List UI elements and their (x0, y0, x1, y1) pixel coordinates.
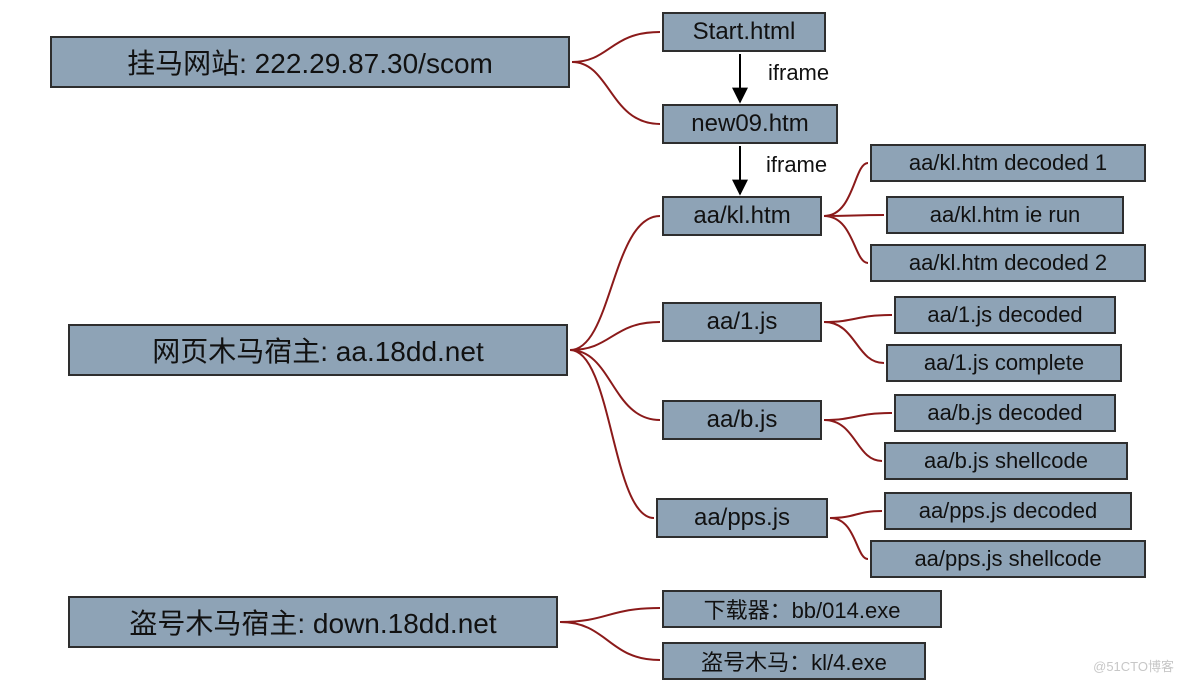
node-aa-1-js: aa/1.js (662, 302, 822, 342)
node-1js-complete-label: aa/1.js complete (924, 350, 1084, 376)
label-iframe-2: iframe (766, 152, 827, 178)
node-stealer-trojan: 盗号木马：kl/4.exe (662, 642, 926, 680)
node-ppsjs-shellcode: aa/pps.js shellcode (870, 540, 1146, 578)
node-aa-pps-js-label: aa/pps.js (694, 504, 790, 532)
node-kl-ie-run-label: aa/kl.htm ie run (930, 202, 1080, 228)
node-aa-1-js-label: aa/1.js (707, 308, 778, 336)
watermark-text: @51CTO博客 (1093, 659, 1174, 674)
section-trojan-host-label: 网页木马宿主: aa.18dd.net (152, 330, 483, 370)
label-iframe-1-text: iframe (768, 60, 829, 85)
watermark: @51CTO博客 (1093, 656, 1174, 675)
label-iframe-2-text: iframe (766, 152, 827, 177)
node-start-html: Start.html (662, 12, 826, 52)
node-kl-ie-run: aa/kl.htm ie run (886, 196, 1124, 234)
section-hang-horse-site-label: 挂马网站: 222.29.87.30/scom (127, 42, 493, 82)
node-bjs-decoded-label: aa/b.js decoded (927, 400, 1082, 426)
label-iframe-1: iframe (768, 60, 829, 86)
node-bjs-decoded: aa/b.js decoded (894, 394, 1116, 432)
section-trojan-host: 网页木马宿主: aa.18dd.net (68, 324, 568, 376)
node-downloader: 下载器：bb/014.exe (662, 590, 942, 628)
node-aa-b-js: aa/b.js (662, 400, 822, 440)
node-bjs-shellcode-label: aa/b.js shellcode (924, 448, 1088, 474)
section-stealer-host-label: 盗号木马宿主: down.18dd.net (129, 602, 496, 642)
node-ppsjs-shellcode-label: aa/pps.js shellcode (914, 546, 1101, 572)
node-aa-kl-htm-label: aa/kl.htm (693, 202, 790, 230)
node-bjs-shellcode: aa/b.js shellcode (884, 442, 1128, 480)
section-hang-horse-site: 挂马网站: 222.29.87.30/scom (50, 36, 570, 88)
node-kl-decoded2-label: aa/kl.htm decoded 2 (909, 250, 1107, 276)
node-kl-decoded1-label: aa/kl.htm decoded 1 (909, 150, 1107, 176)
node-start-html-label: Start.html (693, 18, 796, 46)
section-stealer-host: 盗号木马宿主: down.18dd.net (68, 596, 558, 648)
node-1js-decoded: aa/1.js decoded (894, 296, 1116, 334)
node-downloader-label: 下载器：bb/014.exe (704, 593, 901, 625)
node-aa-b-js-label: aa/b.js (707, 406, 778, 434)
node-ppsjs-decoded: aa/pps.js decoded (884, 492, 1132, 530)
node-aa-pps-js: aa/pps.js (656, 498, 828, 538)
node-ppsjs-decoded-label: aa/pps.js decoded (919, 498, 1098, 524)
node-kl-decoded2: aa/kl.htm decoded 2 (870, 244, 1146, 282)
node-1js-complete: aa/1.js complete (886, 344, 1122, 382)
node-kl-decoded1: aa/kl.htm decoded 1 (870, 144, 1146, 182)
node-new09-htm-label: new09.htm (691, 110, 808, 138)
node-stealer-trojan-label: 盗号木马：kl/4.exe (701, 645, 887, 677)
node-1js-decoded-label: aa/1.js decoded (927, 302, 1082, 328)
node-aa-kl-htm: aa/kl.htm (662, 196, 822, 236)
node-new09-htm: new09.htm (662, 104, 838, 144)
